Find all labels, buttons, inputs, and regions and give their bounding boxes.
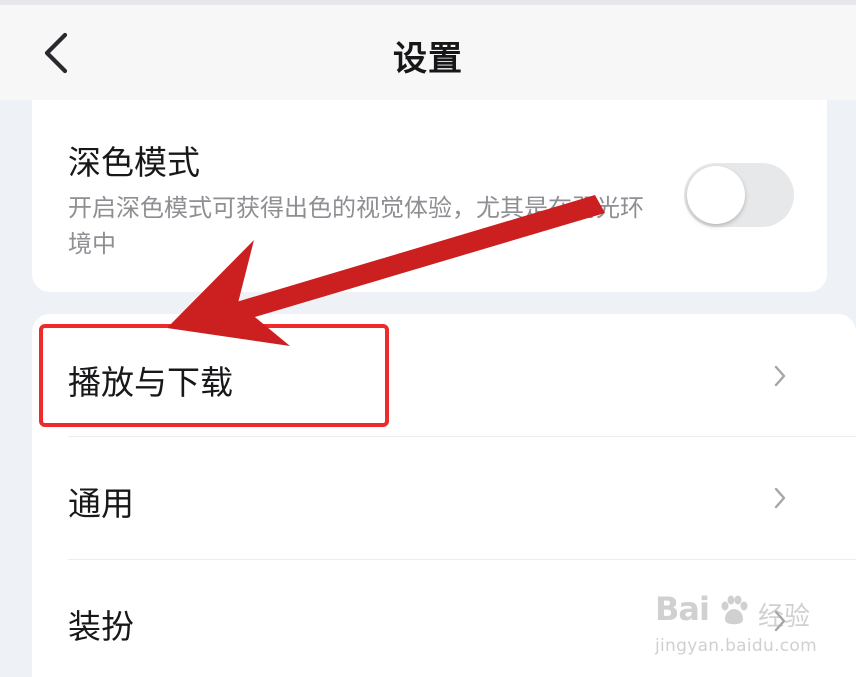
paw-icon bbox=[721, 595, 748, 625]
watermark-suffix: 经验 bbox=[758, 602, 811, 632]
highlight-box bbox=[39, 324, 389, 427]
settings-item-general[interactable]: 通用 bbox=[32, 437, 856, 559]
dark-mode-description: 开启深色模式可获得出色的视觉体验，尤其是在弱光环境中 bbox=[68, 194, 644, 258]
nav-header: 设置 bbox=[0, 5, 856, 100]
dark-mode-toggle[interactable] bbox=[684, 163, 794, 227]
watermark-url: jingyan.baidu.com bbox=[655, 636, 817, 656]
watermark-brand: Bai bbox=[655, 590, 710, 628]
dark-mode-card: 深色模式 开启深色模式可获得出色的视觉体验，尤其是在弱光环境中 bbox=[32, 100, 827, 292]
settings-screen: 设置 深色模式 开启深色模式可获得出色的视觉体验，尤其是在弱光环境中 播放与下载… bbox=[0, 0, 856, 677]
watermark: Bai 经验 jingyan.baidu.com bbox=[655, 590, 825, 662]
chevron-right-icon bbox=[774, 365, 786, 387]
page-title: 设置 bbox=[393, 39, 463, 79]
settings-item-label: 装扮 bbox=[68, 607, 134, 646]
dark-mode-title: 深色模式 bbox=[68, 143, 200, 182]
toggle-knob bbox=[687, 166, 745, 224]
settings-item-label: 通用 bbox=[68, 484, 134, 523]
chevron-right-icon bbox=[774, 487, 786, 509]
